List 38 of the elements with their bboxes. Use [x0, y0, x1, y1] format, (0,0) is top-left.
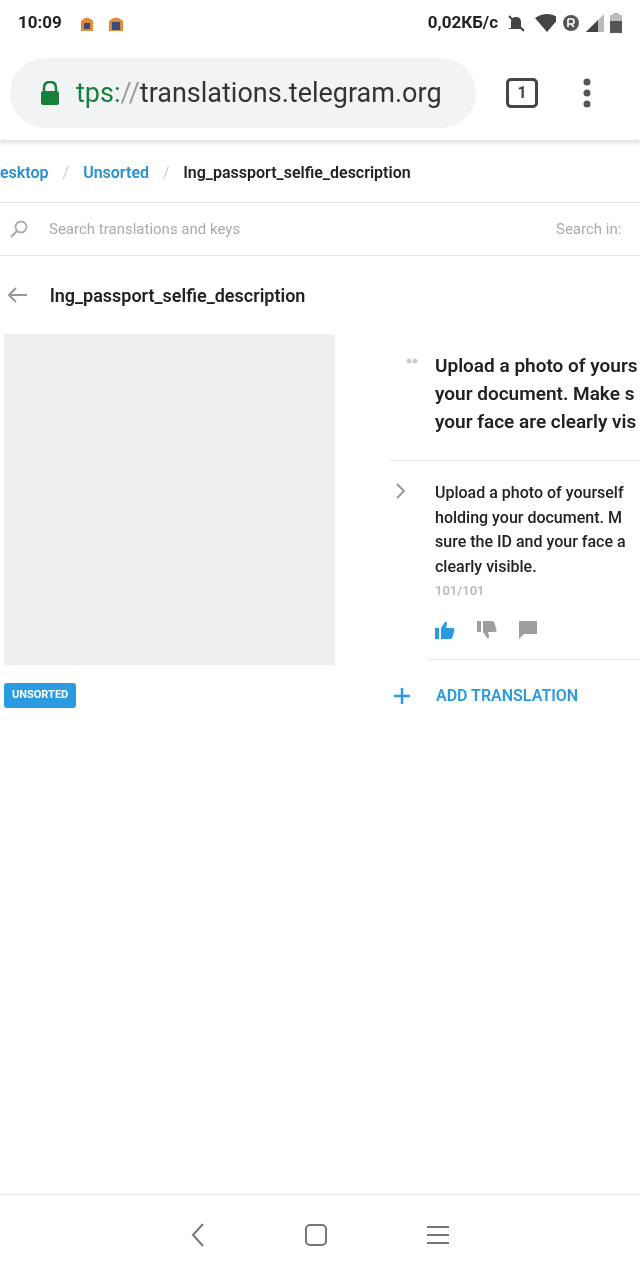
notification-icon [107, 15, 124, 31]
thumbs-down-icon[interactable] [477, 620, 497, 639]
back-arrow-icon[interactable] [8, 287, 28, 303]
breadcrumb-separator: / [163, 162, 170, 184]
muted-bell-icon [506, 14, 526, 32]
roaming-icon [562, 14, 580, 32]
signal-icon [586, 14, 604, 32]
search-field[interactable]: Search translations and keys [49, 217, 489, 241]
network-speed: 0,02КБ/с [427, 11, 498, 35]
back-icon[interactable] [191, 1222, 205, 1247]
add-translation-button[interactable]: ADD TRANSLATION [390, 659, 640, 708]
source-text: Upload a photo of yours your document. Make s your face are clearly vis [435, 353, 638, 435]
tab-count-button[interactable]: 1 [506, 78, 538, 108]
more-menu-icon[interactable] [582, 78, 592, 108]
chevron-right-icon[interactable] [396, 483, 406, 499]
url-text: tps://translations.telegram.org [76, 75, 442, 111]
breadcrumb-current: lng_passport_selfie_description [183, 162, 411, 184]
status-badge: UNSORTED [4, 683, 77, 708]
menu-icon[interactable] [427, 1224, 449, 1245]
address-bar[interactable]: tps://translations.telegram.org [10, 58, 476, 128]
wifi-icon [532, 14, 556, 32]
search-icon [10, 220, 28, 238]
search-in-label: Search in: [556, 218, 622, 240]
status-time: 10:09 [18, 11, 62, 35]
translation-text: Upload a photo of yourself holding your document. M sure the ID and your face a clearly visible. [435, 482, 626, 578]
breadcrumb-separator: / [62, 162, 70, 184]
home-icon[interactable] [305, 1223, 327, 1246]
character-count: 101/101 [435, 582, 486, 600]
lock-icon [40, 81, 60, 105]
battery-icon [610, 13, 622, 33]
plus-icon [394, 687, 410, 704]
breadcrumb-link[interactable]: esktop [0, 161, 49, 185]
breadcrumb-link[interactable]: Unsorted [83, 161, 149, 185]
comment-icon[interactable] [519, 620, 537, 639]
quote-icon [406, 356, 418, 364]
notification-icon [79, 15, 94, 31]
thumbs-up-icon[interactable] [435, 620, 455, 639]
key-title: lng_passport_selfie_description [50, 283, 306, 308]
